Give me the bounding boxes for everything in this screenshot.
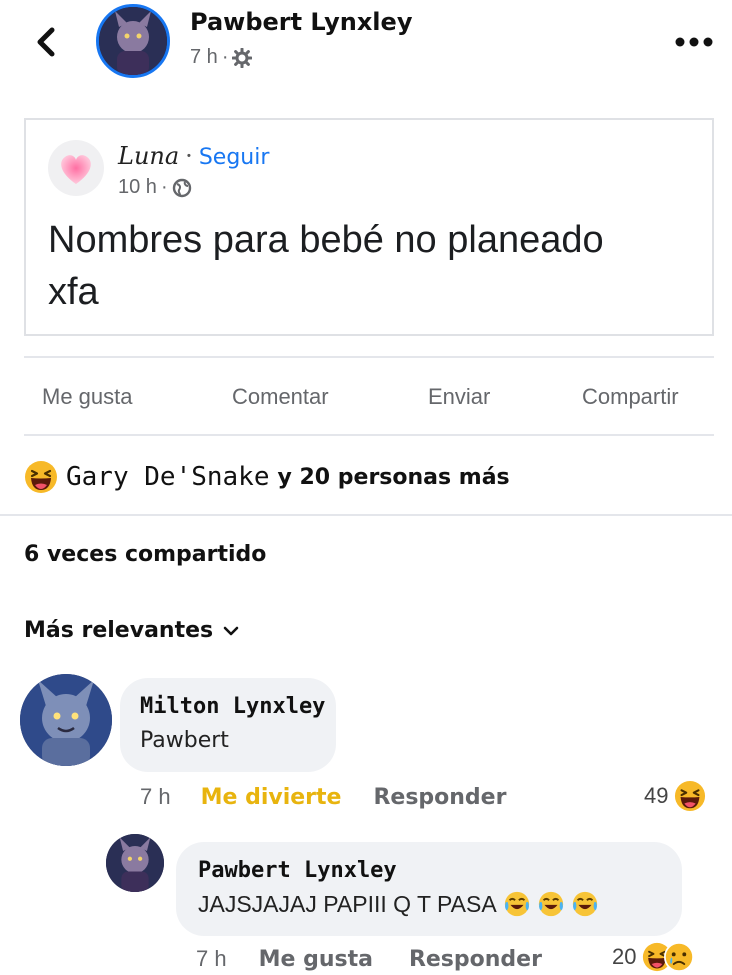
shared-post-time: 10 h xyxy=(118,176,157,198)
reply-bubble[interactable]: Pawbert Lynxley JAJSJAJAJ PAPIII Q T PAS… xyxy=(176,842,682,936)
character-avatar-icon xyxy=(20,674,112,766)
haha-reaction-icon xyxy=(675,780,706,812)
reaction-label-button[interactable]: Me divierte xyxy=(201,785,342,810)
action-bar: Me gusta Comentar Enviar Compartir xyxy=(24,370,714,426)
comment-reaction-count[interactable]: 49 xyxy=(644,780,706,812)
more-options-icon[interactable] xyxy=(674,36,714,48)
comment-bubble[interactable]: Milton Lynxley Pawbert xyxy=(120,678,336,772)
post-author-name[interactable]: Pawbert Lynxley xyxy=(190,8,412,36)
reply-meta: 7 h Me gusta Responder xyxy=(196,946,542,972)
reply-avatar[interactable] xyxy=(106,834,164,892)
post-meta: 7 h · xyxy=(190,46,253,69)
divider xyxy=(24,356,714,358)
name-separator: · xyxy=(185,142,193,170)
gear-icon xyxy=(232,47,253,68)
reply-button[interactable]: Responder xyxy=(409,947,542,972)
shared-author-name[interactable]: Luna xyxy=(118,142,179,170)
character-avatar-icon xyxy=(99,7,167,75)
character-avatar-icon xyxy=(106,834,164,892)
reaction-count: 20 xyxy=(612,944,637,969)
comment-sort-dropdown[interactable]: Más relevantes xyxy=(24,618,239,643)
meta-separator: · xyxy=(221,46,229,68)
like-button[interactable]: Me gusta xyxy=(42,384,133,410)
post-text-line: xfa xyxy=(48,271,99,313)
divider xyxy=(0,514,732,516)
comment-meta: 7 h Me divierte Responder xyxy=(140,784,506,810)
shared-author-row: Luna · Seguir xyxy=(118,142,269,170)
reply-reaction-count[interactable]: 20 xyxy=(612,942,695,972)
sort-label: Más relevantes xyxy=(24,618,214,643)
shared-post-meta: 10 h · xyxy=(118,176,192,199)
comment-text: Pawbert xyxy=(140,728,229,753)
send-button[interactable]: Enviar xyxy=(428,384,490,410)
like-button[interactable]: Me gusta xyxy=(259,947,373,972)
globe-icon xyxy=(172,178,191,197)
post-text-line: Nombres para bebé no planeado xyxy=(48,219,604,261)
haha-reaction-icon xyxy=(25,461,57,493)
reply-text-row: JAJSJAJAJ PAPIII Q T PASA xyxy=(198,890,599,918)
meta-separator: · xyxy=(160,176,168,198)
share-button[interactable]: Compartir xyxy=(582,384,679,410)
reply-text: JAJSJAJAJ PAPIII Q T PASA xyxy=(198,890,497,917)
post-text: Nombres para bebé no planeado xfa xyxy=(48,214,688,318)
reactions-summary[interactable]: Gary De'Snake y 20 personas más xyxy=(24,460,510,494)
sad-reaction-icon xyxy=(664,942,695,972)
reply-time: 7 h xyxy=(196,946,227,971)
comment-author[interactable]: Milton Lynxley xyxy=(140,694,325,719)
share-count[interactable]: 6 veces compartido xyxy=(24,542,266,567)
reactor-names[interactable]: Gary De'Snake xyxy=(66,462,270,492)
shared-author-avatar[interactable] xyxy=(48,140,104,196)
reply-author[interactable]: Pawbert Lynxley xyxy=(198,858,397,883)
crying-laughing-emoji-icon xyxy=(538,891,563,917)
crying-laughing-emoji-icon xyxy=(572,891,597,917)
reaction-icons xyxy=(642,942,695,972)
divider xyxy=(24,434,714,436)
reactor-count-text[interactable]: y 20 personas más xyxy=(278,465,510,490)
crying-laughing-emoji-icon xyxy=(504,891,529,917)
follow-link[interactable]: Seguir xyxy=(199,145,270,170)
chevron-down-icon xyxy=(223,626,239,635)
comment-time: 7 h xyxy=(140,784,171,809)
comment-button[interactable]: Comentar xyxy=(232,384,329,410)
reply-button[interactable]: Responder xyxy=(373,785,506,810)
avatar[interactable] xyxy=(96,4,170,78)
commenter-avatar[interactable] xyxy=(20,674,112,766)
post-time: 7 h xyxy=(190,46,218,68)
back-arrow-icon[interactable] xyxy=(30,22,66,62)
reaction-count: 49 xyxy=(644,783,669,808)
heart-icon xyxy=(61,155,91,184)
